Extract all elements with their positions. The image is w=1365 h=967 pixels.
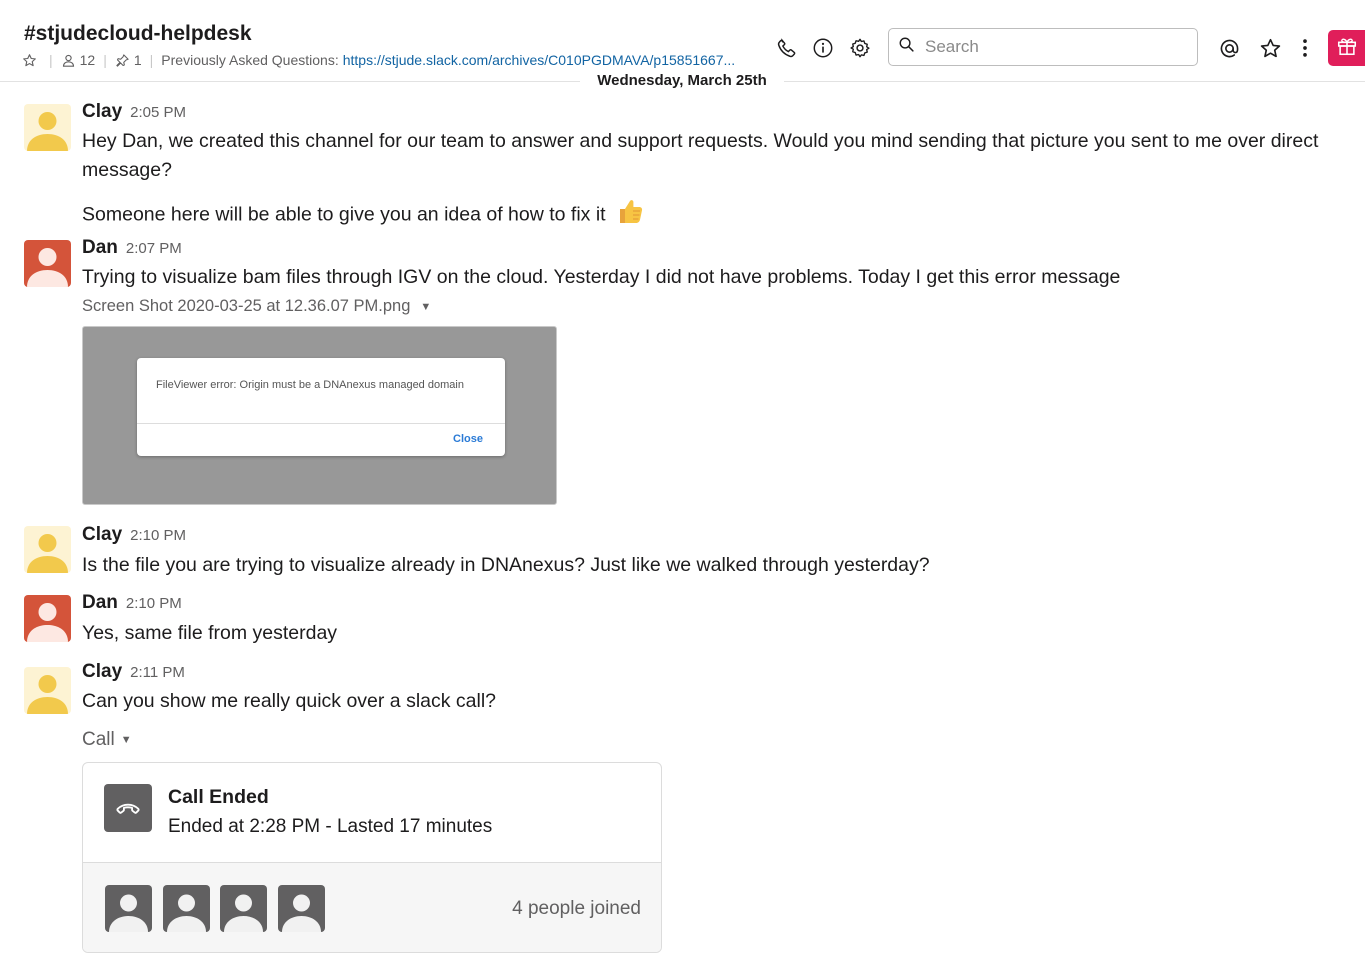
message-text: Can you show me really quick over a slac…	[82, 690, 497, 712]
topic-label: Previously Asked Questions:	[161, 52, 339, 68]
timestamp[interactable]: 2:10 PM	[130, 527, 186, 544]
author-name[interactable]: Dan	[82, 237, 118, 259]
participant-avatar[interactable]	[220, 885, 267, 932]
file-name-row[interactable]: Screen Shot 2020-03-25 at 12.36.07 PM.pn…	[82, 297, 431, 316]
topic-link[interactable]: https://stjude.slack.com/archives/C010PG…	[343, 52, 735, 68]
message-text: Someone here will be able to give you an…	[82, 203, 606, 226]
pinned-count[interactable]: 1	[134, 52, 142, 68]
gift-button[interactable]	[1328, 30, 1365, 66]
channel-header: #stjudecloud-helpdesk | 12 | 1 | Previou…	[0, 0, 1365, 82]
channel-meta: | 12 | 1 | Previously Asked Questions: h…	[22, 52, 735, 68]
search-box[interactable]	[888, 28, 1198, 66]
call-attachment-toggle[interactable]: Call ▼	[82, 729, 132, 751]
avatar[interactable]	[24, 667, 71, 714]
dialog-close-label: Close	[453, 433, 483, 445]
gift-icon	[1336, 35, 1358, 62]
call-label[interactable]: Call	[82, 729, 115, 751]
star-icon[interactable]	[1258, 36, 1282, 60]
chevron-down-icon[interactable]: ▼	[121, 734, 132, 746]
pin-icon	[115, 53, 130, 68]
dialog-text: FileViewer error: Origin must be a DNAne…	[156, 379, 464, 391]
author-name[interactable]: Clay	[82, 524, 122, 546]
timestamp[interactable]: 2:05 PM	[130, 104, 186, 121]
message-text-line: Someone here will be able to give you an…	[82, 196, 1337, 235]
chevron-down-icon[interactable]: ▼	[420, 301, 431, 313]
gear-icon[interactable]	[848, 36, 872, 60]
call-participants: 4 people joined	[83, 863, 661, 952]
file-name[interactable]: Screen Shot 2020-03-25 at 12.36.07 PM.pn…	[82, 297, 410, 316]
channel-name[interactable]: #stjudecloud-helpdesk	[24, 22, 252, 46]
participant-avatar[interactable]	[278, 885, 325, 932]
thumbs-up-icon	[615, 196, 645, 235]
author-name[interactable]: Dan	[82, 592, 118, 614]
message-text: Is the file you are trying to visualize …	[82, 554, 930, 576]
person-icon	[61, 53, 76, 68]
avatar[interactable]	[24, 526, 71, 573]
search-input[interactable]	[923, 36, 1187, 58]
avatar[interactable]	[24, 104, 71, 151]
info-icon[interactable]	[811, 36, 835, 60]
message-text: Hey Dan, we created this channel for our…	[82, 130, 1319, 181]
timestamp[interactable]: 2:07 PM	[126, 240, 182, 257]
author-name[interactable]: Clay	[82, 661, 122, 683]
call-summary: Call Ended Ended at 2:28 PM - Lasted 17 …	[83, 763, 661, 863]
image-attachment[interactable]: FileViewer error: Origin must be a DNAne…	[82, 326, 557, 505]
date-divider: Wednesday, March 25th	[580, 71, 784, 91]
hang-up-phone-icon	[104, 784, 152, 832]
call-card[interactable]: Call Ended Ended at 2:28 PM - Lasted 17 …	[82, 762, 662, 953]
avatar[interactable]	[24, 240, 71, 287]
error-dialog-image: FileViewer error: Origin must be a DNAne…	[137, 358, 505, 456]
search-icon	[898, 36, 915, 58]
author-name[interactable]: Clay	[82, 101, 122, 123]
mention-icon[interactable]	[1217, 36, 1241, 60]
call-title: Call Ended	[168, 786, 269, 808]
message-text: Trying to visualize bam files through IG…	[82, 266, 1121, 288]
participant-avatar[interactable]	[163, 885, 210, 932]
member-count[interactable]: 12	[80, 52, 96, 68]
people-joined-count[interactable]: 4 people joined	[512, 898, 641, 920]
star-outline-icon[interactable]	[22, 53, 37, 68]
participant-avatar[interactable]	[105, 885, 152, 932]
call-duration: Ended at 2:28 PM - Lasted 17 minutes	[168, 816, 493, 837]
timestamp[interactable]: 2:11 PM	[130, 664, 185, 681]
message-text: Yes, same file from yesterday	[82, 622, 338, 644]
avatar[interactable]	[24, 595, 71, 642]
phone-icon[interactable]	[775, 36, 799, 60]
more-vertical-icon[interactable]	[1293, 36, 1317, 60]
timestamp[interactable]: 2:10 PM	[126, 595, 182, 612]
